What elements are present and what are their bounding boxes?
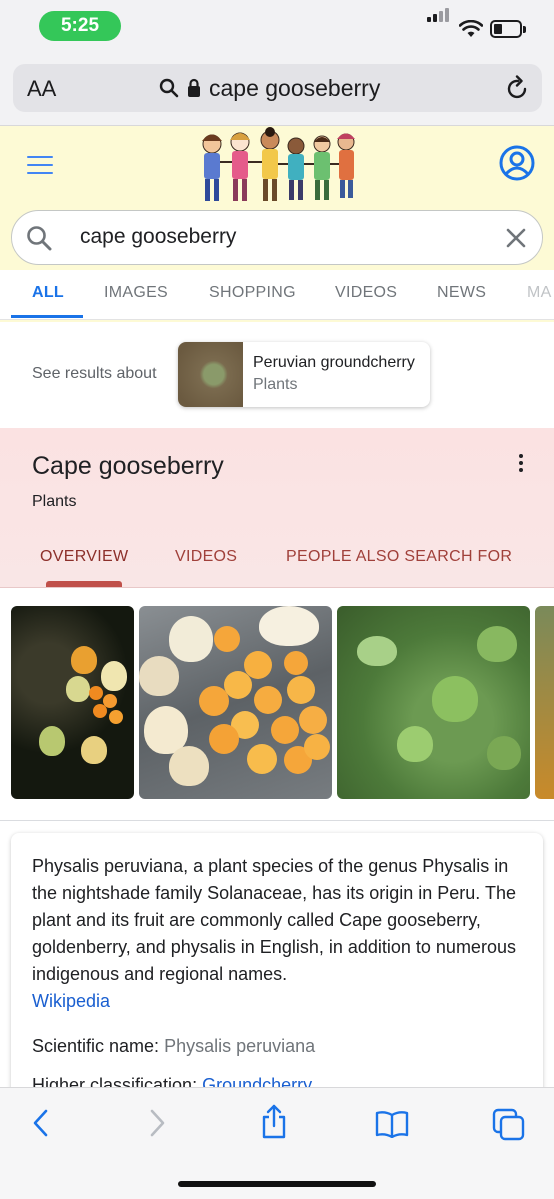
scientific-name-row: Scientific name: Physalis peruviana [32, 1036, 315, 1057]
clear-icon[interactable] [504, 226, 528, 250]
entity-card[interactable]: Peruvian groundcherry Plants [178, 342, 430, 407]
share-icon[interactable] [259, 1104, 289, 1140]
browser-toolbar: AA cape gooseberry [0, 52, 554, 126]
panel-title: Cape gooseberry [32, 452, 224, 480]
search-icon[interactable] [26, 225, 52, 251]
wifi-icon [459, 20, 483, 37]
tabs-icon[interactable] [492, 1108, 526, 1142]
more-options-icon[interactable] [519, 454, 523, 475]
panel-subtitle: Plants [32, 493, 77, 510]
panel-tab-indicator [46, 581, 122, 587]
home-indicator[interactable] [178, 1181, 376, 1187]
tab-shopping[interactable]: SHOPPING [209, 284, 296, 302]
status-time[interactable]: 5:25 [39, 11, 121, 41]
tab-panel-videos[interactable]: VIDEOS [175, 548, 237, 566]
tab-videos[interactable]: VIDEOS [335, 284, 397, 302]
gooseberry-photo-3[interactable] [337, 606, 530, 799]
search-icon [159, 78, 179, 98]
description-body: Physalis peruviana, a plant species of t… [32, 856, 516, 984]
battery-icon [490, 20, 526, 38]
active-tab-indicator [11, 315, 83, 318]
tab-all[interactable]: ALL [32, 284, 64, 302]
search-box[interactable]: cape gooseberry [11, 210, 543, 265]
description-text: Physalis peruviana, a plant species of t… [32, 853, 526, 1015]
scientific-name-value: Physalis peruviana [164, 1036, 316, 1056]
address-bar[interactable]: AA cape gooseberry [13, 64, 542, 112]
account-icon[interactable] [498, 144, 536, 182]
wikipedia-link[interactable]: Wikipedia [32, 988, 526, 1015]
reader-settings-button[interactable]: AA [27, 76, 56, 102]
scientific-name-label: Scientific name: [32, 1036, 160, 1056]
menu-icon[interactable] [27, 156, 53, 180]
reload-icon[interactable] [506, 75, 530, 101]
knowledge-panel-header: Cape gooseberry Plants OVERVIEW VIDEOS P… [0, 428, 554, 588]
gooseberry-photo-2[interactable] [139, 606, 332, 799]
bookmarks-icon[interactable] [375, 1110, 409, 1138]
see-results-label: See results about [32, 365, 157, 382]
tab-news[interactable]: NEWS [437, 284, 486, 302]
gooseberry-photo-1[interactable] [11, 606, 134, 799]
entity-title: Peruvian groundcherry [253, 354, 415, 371]
google-doodle[interactable] [190, 126, 362, 212]
status-bar: 5:25 [0, 0, 554, 52]
tab-overview[interactable]: OVERVIEW [40, 548, 128, 566]
tab-images[interactable]: IMAGES [104, 284, 168, 302]
section-divider [0, 820, 554, 821]
tab-maps[interactable]: MA [527, 284, 552, 302]
description-card: Physalis peruviana, a plant species of t… [11, 833, 543, 1103]
search-input[interactable]: cape gooseberry [80, 225, 236, 249]
lock-icon [188, 78, 200, 97]
back-icon[interactable] [30, 1108, 52, 1138]
forward-icon[interactable] [146, 1108, 168, 1138]
entity-subtitle: Plants [253, 376, 298, 393]
entity-thumbnail [178, 342, 243, 407]
tab-people-also-search[interactable]: PEOPLE ALSO SEARCH FOR [286, 548, 512, 566]
gooseberry-photo-4[interactable] [535, 606, 554, 799]
search-tabs: ALL IMAGES SHOPPING VIDEOS NEWS MA [0, 270, 554, 320]
image-carousel [0, 606, 554, 800]
url-text[interactable]: cape gooseberry [209, 75, 380, 102]
